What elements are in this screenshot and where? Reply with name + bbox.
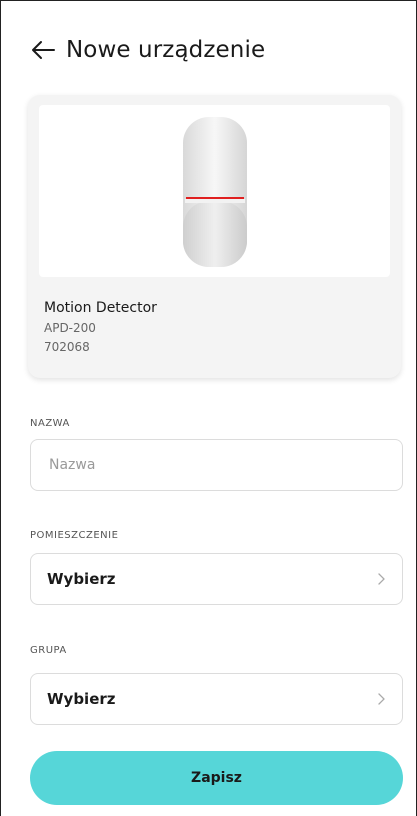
device-code: 702068 xyxy=(44,340,90,354)
name-input[interactable] xyxy=(47,456,371,474)
name-field[interactable] xyxy=(30,439,403,491)
chevron-right-icon xyxy=(378,693,385,705)
save-button[interactable]: Zapisz xyxy=(30,751,403,805)
name-label: NAZWA xyxy=(30,418,70,429)
page-title: Nowe urządzenie xyxy=(66,37,266,63)
device-model: APD-200 xyxy=(44,321,96,335)
room-select[interactable]: Wybierz xyxy=(30,553,403,605)
device-image-container xyxy=(39,105,390,277)
group-label: GRUPA xyxy=(30,645,67,656)
device-name: Motion Detector xyxy=(44,300,157,316)
motion-detector-image xyxy=(183,117,247,267)
arrow-left-icon[interactable] xyxy=(30,39,56,61)
chevron-right-icon xyxy=(378,573,385,585)
device-card: Motion Detector APD-200 702068 xyxy=(28,95,401,378)
header: Nowe urządzenie xyxy=(30,30,265,70)
room-select-value: Wybierz xyxy=(47,570,116,588)
group-select[interactable]: Wybierz xyxy=(30,673,403,725)
room-label: POMIESZCZENIE xyxy=(30,530,119,541)
group-select-value: Wybierz xyxy=(47,690,116,708)
